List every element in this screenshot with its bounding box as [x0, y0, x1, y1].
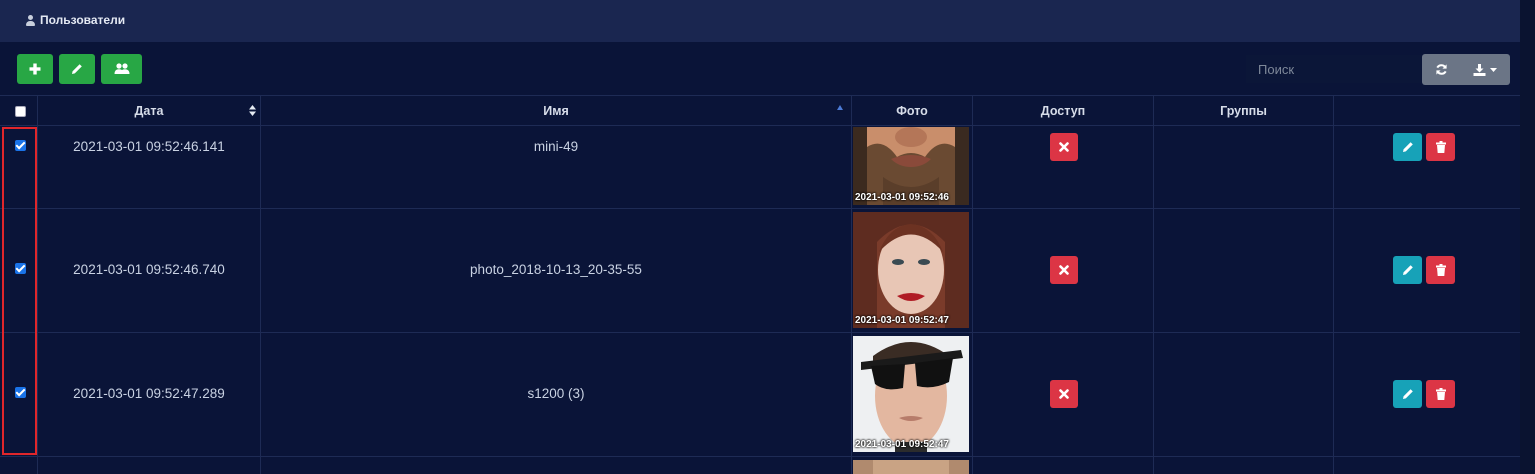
access-deny-button[interactable] — [1050, 256, 1078, 284]
sort-asc-icon[interactable] — [837, 105, 843, 110]
scrollbar-track — [1520, 0, 1535, 474]
face-photo-woman — [853, 212, 969, 328]
row-date: 2021-03-01 09:52:46.740 — [73, 262, 225, 277]
row-photo[interactable]: 2021-03-01 09:52:47 — [853, 336, 969, 452]
plus-icon — [29, 63, 41, 75]
face-photo-man-sunglasses — [853, 336, 969, 452]
row-photo-partial — [853, 460, 969, 474]
row-delete-button[interactable] — [1426, 380, 1455, 408]
column-header-access: Доступ — [973, 96, 1153, 126]
row-name: photo_2018-10-13_20-35-55 — [470, 262, 642, 277]
edit-button[interactable] — [59, 54, 95, 84]
photo-timestamp: 2021-03-01 09:52:46 — [855, 192, 949, 203]
select-all-checkbox[interactable] — [15, 106, 26, 117]
column-header-groups: Группы — [1154, 96, 1333, 126]
row-divider — [0, 456, 1520, 457]
row-delete-button[interactable] — [1426, 133, 1455, 161]
row-edit-button[interactable] — [1393, 133, 1422, 161]
pencil-icon — [1402, 389, 1413, 399]
sort-icon[interactable] — [249, 105, 256, 116]
column-divider — [1333, 95, 1334, 474]
trash-icon — [1435, 388, 1446, 400]
groups-button[interactable] — [101, 54, 142, 84]
caret-down-icon — [1490, 67, 1497, 72]
column-divider — [1153, 95, 1154, 474]
photo-timestamp: 2021-03-01 09:52:47 — [855, 315, 949, 326]
access-deny-button[interactable] — [1050, 380, 1078, 408]
refresh-button[interactable] — [1422, 54, 1460, 85]
column-divider — [972, 95, 973, 474]
row-divider — [0, 332, 1520, 333]
refresh-icon — [1435, 64, 1447, 75]
search-input[interactable] — [1246, 55, 1421, 83]
pencil-icon — [72, 64, 82, 74]
row-divider — [0, 208, 1520, 209]
times-icon — [1059, 142, 1069, 152]
column-header-date[interactable]: Дата — [38, 96, 260, 126]
times-icon — [1059, 265, 1069, 275]
times-icon — [1059, 389, 1069, 399]
users-icon — [114, 63, 129, 74]
page-title: Пользователи — [26, 13, 125, 27]
table-header: Дата Имя Фото Доступ Группы — [0, 95, 1520, 126]
column-header-date-label: Дата — [134, 104, 164, 118]
access-deny-button[interactable] — [1050, 133, 1078, 161]
download-icon — [1473, 63, 1486, 76]
column-header-groups-label: Группы — [1220, 104, 1267, 118]
user-icon — [26, 14, 35, 26]
row-name: mini-49 — [533, 139, 579, 154]
panel-header: Пользователи — [0, 0, 1520, 42]
trash-icon — [1435, 264, 1446, 276]
row-date: 2021-03-01 09:52:47.289 — [73, 386, 225, 401]
row-edit-button[interactable] — [1393, 256, 1422, 284]
add-button[interactable] — [17, 54, 53, 84]
column-header-photo-label: Фото — [896, 104, 928, 118]
column-header-photo: Фото — [852, 96, 972, 126]
trash-icon — [1435, 141, 1446, 153]
column-header-access-label: Доступ — [1040, 104, 1086, 118]
page-title-text: Пользователи — [40, 13, 126, 27]
row-photo[interactable]: 2021-03-01 09:52:47 — [853, 212, 969, 328]
column-header-name[interactable]: Имя — [261, 96, 851, 126]
photo-timestamp: 2021-03-01 09:52:47 — [855, 439, 949, 450]
face-photo-partial — [853, 460, 969, 474]
export-dropdown-button[interactable] — [1460, 54, 1510, 85]
row-name: s1200 (3) — [527, 386, 585, 401]
pencil-icon — [1402, 265, 1413, 275]
column-divider — [851, 95, 852, 474]
column-header-name-label: Имя — [543, 104, 569, 118]
row-photo[interactable]: 2021-03-01 09:52:46 — [853, 127, 969, 205]
selection-highlight — [2, 127, 37, 455]
row-delete-button[interactable] — [1426, 256, 1455, 284]
row-edit-button[interactable] — [1393, 380, 1422, 408]
pencil-icon — [1402, 142, 1413, 152]
row-date: 2021-03-01 09:52:46.141 — [73, 139, 225, 154]
